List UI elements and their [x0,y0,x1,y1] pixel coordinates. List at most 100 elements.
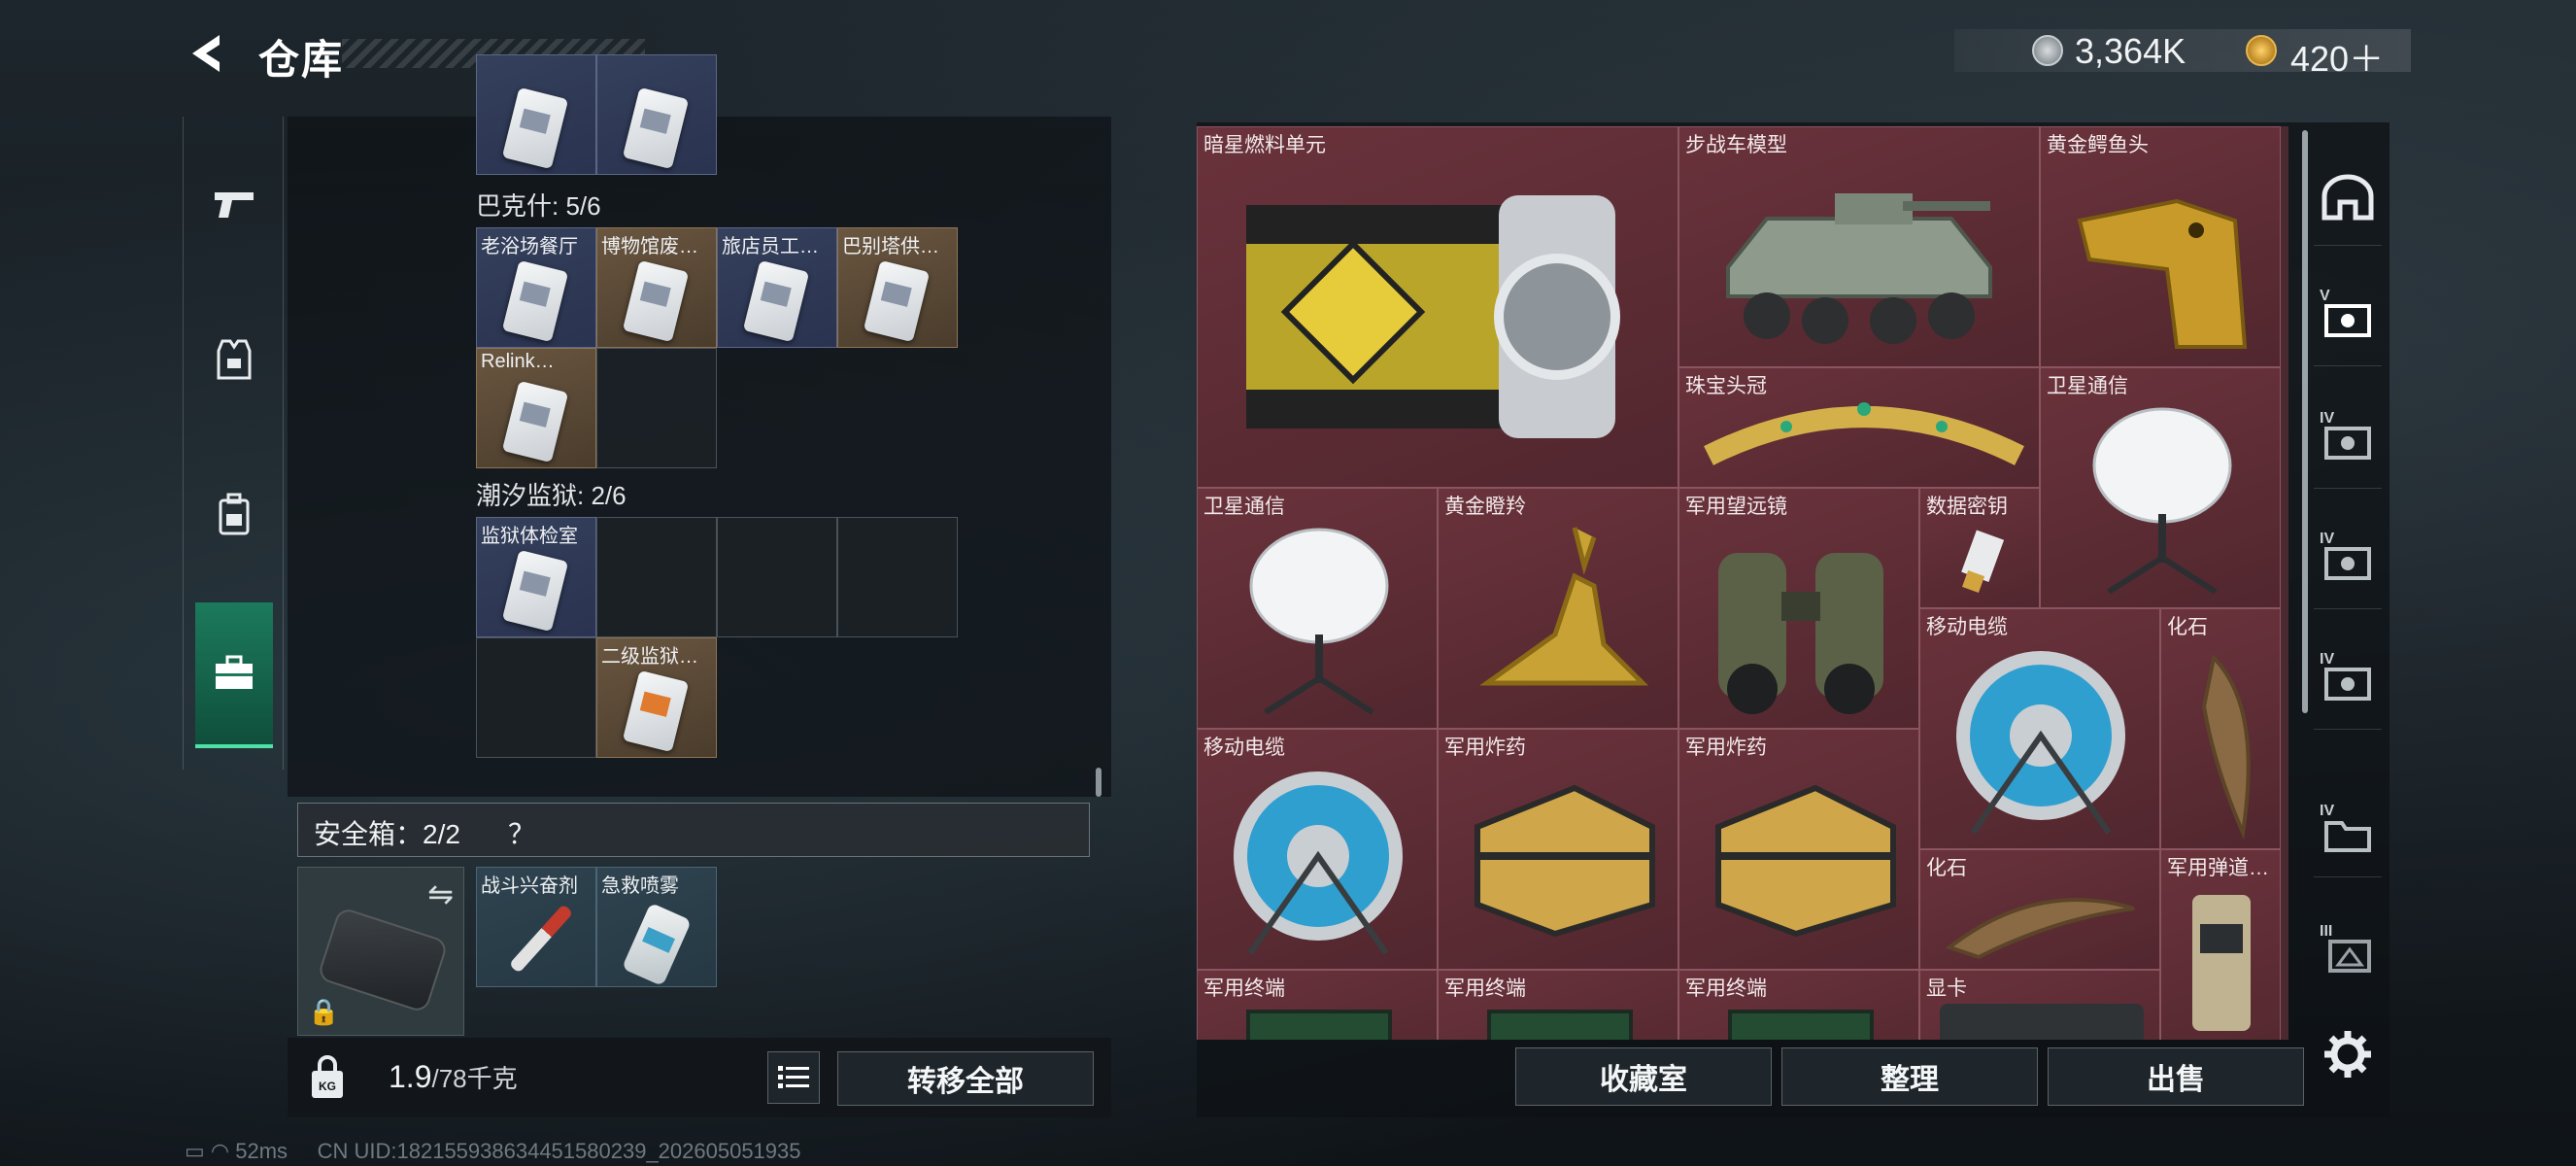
tab-warehouse-v[interactable]: V [2316,288,2380,352]
gold-coin-icon[interactable] [2246,35,2277,66]
item-name: 旅店员工… [722,236,819,257]
transfer-all-button[interactable]: 转移全部 [837,1051,1094,1106]
tab-warehouse-iv-2[interactable]: IV [2316,531,2380,595]
keycard-item[interactable]: 监狱体检室 [476,517,596,637]
empty-slot[interactable] [476,637,596,758]
military-terminal-image [1246,1010,1392,1040]
first-aid-spray-item[interactable]: 急救喷雾 [596,867,717,987]
list-icon [778,1066,809,1088]
sort-button[interactable]: 整理 [1781,1047,2038,1106]
tier-label: IV [2320,803,2335,819]
pistol-icon [215,192,254,218]
armor-vest-icon [217,339,252,380]
item-name: 移动电缆 [1926,616,2008,638]
settings-gear-icon[interactable] [2322,1028,2374,1080]
stash-item[interactable]: 军用望远镜 [1678,488,1919,729]
stash-item[interactable]: 化石 [2160,608,2281,849]
keycard-item[interactable]: 博物馆废… [596,227,717,348]
stash-item[interactable]: 暗星燃料单元 [1197,126,1678,488]
tab-divider [2314,488,2382,489]
list-item[interactable] [476,54,596,175]
silver-currency-value: 3,364K [2075,31,2186,71]
keycard-item[interactable]: 老浴场餐厅 [476,227,596,348]
toolbox-icon [216,655,253,689]
stash-item[interactable]: 黄金鳄鱼头 [2040,126,2281,367]
tab-warehouse-iv-4[interactable]: IV [2316,803,2380,867]
item-name: 黄金瞪羚 [1444,496,1526,518]
sell-button[interactable]: 出售 [2048,1047,2304,1106]
page-title: 仓库 [258,37,345,83]
stash-item[interactable]: 显卡 [1919,970,2160,1040]
gold-currency-value[interactable]: 420＋ [2290,31,2384,82]
stash-item[interactable]: 军用终端 [1678,970,1919,1040]
silver-coin-icon [2032,35,2063,66]
binoculars-image [1718,553,1883,714]
empty-slot[interactable] [596,517,717,637]
keycard-item[interactable]: 巴别塔供… [837,227,958,348]
empty-slot[interactable] [717,517,837,637]
tier-label: V [2320,288,2330,304]
tab-weapons[interactable] [195,146,273,262]
usb-key-image [1961,530,2005,594]
item-name: 数据密钥 [1926,496,2008,518]
stash-item[interactable]: 军用炸药 [1438,729,1678,970]
list-view-button[interactable] [767,1051,820,1104]
safe-box-label: 安全箱：2/2 [314,819,460,849]
category-nav [183,117,284,770]
stash-item[interactable]: 卫星通信 [2040,367,2281,608]
warehouse-tabs: V IV IV IV IV III [2304,146,2391,1020]
left-scrollbar[interactable] [1096,768,1102,797]
tab-warehouse-iii[interactable]: III [2316,923,2380,987]
tab-warehouse-iv-1[interactable]: IV [2316,410,2380,474]
satellite-dish-image [1249,528,1389,715]
help-icon[interactable]: ？ [508,813,535,852]
empty-slot[interactable] [837,517,958,637]
tab-containers[interactable] [195,602,273,748]
military-terminal-image [1728,1010,1874,1040]
empty-slot[interactable] [596,348,717,468]
stimulant-item[interactable]: 战斗兴奋剂 [476,867,596,987]
stash-item[interactable]: 移动电缆 [1919,608,2160,849]
stash-item[interactable]: 步战车模型 [1678,126,2040,367]
stash-item[interactable]: 移动电缆 [1197,729,1438,970]
item-name: 军用终端 [1203,977,1285,1000]
keycard-item[interactable]: 旅店员工… [717,227,837,348]
item-name: 暗星燃料单元 [1203,134,1326,156]
tier-label: IV [2320,531,2335,547]
explosives-crate-image [1715,784,1896,938]
stash-item[interactable]: 珠宝头冠 [1678,367,2040,488]
weight-icon: KG [312,1055,343,1098]
stash-item[interactable]: 黄金瞪羚 [1438,488,1678,729]
item-name: 黄金鳄鱼头 [2047,134,2149,156]
item-name: Relink… [481,351,555,372]
stash-item[interactable]: 卫星通信 [1197,488,1438,729]
stash-item[interactable]: 军用炸药 [1678,729,1919,970]
item-name: 博物馆废… [601,236,698,257]
keycard-item[interactable]: Relink… [476,348,596,468]
tab-warehouse-iv-3[interactable]: IV [2316,651,2380,715]
item-name: 军用弹道… [2167,857,2269,879]
tab-bunker[interactable] [2316,165,2380,229]
stash-item[interactable]: 化石 [1919,849,2160,970]
stash-item[interactable]: 军用弹道… [2160,849,2281,1040]
tab-backpack[interactable] [195,457,273,573]
stash-item[interactable]: 军用终端 [1197,970,1438,1040]
tab-divider [2314,365,2382,366]
list-item[interactable] [596,54,717,175]
gold-gazelle-image [1479,527,1649,686]
battery-icon: ▭ [185,1139,205,1163]
item-name: 步战车模型 [1685,134,1787,156]
stash-item[interactable]: 数据密钥 [1919,488,2040,608]
item-name: 卫星通信 [1203,496,1285,518]
back-arrow-icon[interactable] [183,29,231,78]
stash-item[interactable]: 军用终端 [1438,970,1678,1040]
item-name: 军用望远镜 [1685,496,1787,518]
safe-box-slot[interactable]: ⇋ 🔒 [297,867,464,1036]
tab-armor[interactable] [195,301,273,418]
svg-text:KG: KG [319,1080,336,1093]
collection-room-button[interactable]: 收藏室 [1515,1047,1772,1106]
swap-icon[interactable]: ⇋ [427,875,454,912]
item-name: 军用终端 [1685,977,1767,1000]
keycard-item[interactable]: 二级监狱… [596,637,717,758]
item-name: 军用终端 [1444,977,1526,1000]
